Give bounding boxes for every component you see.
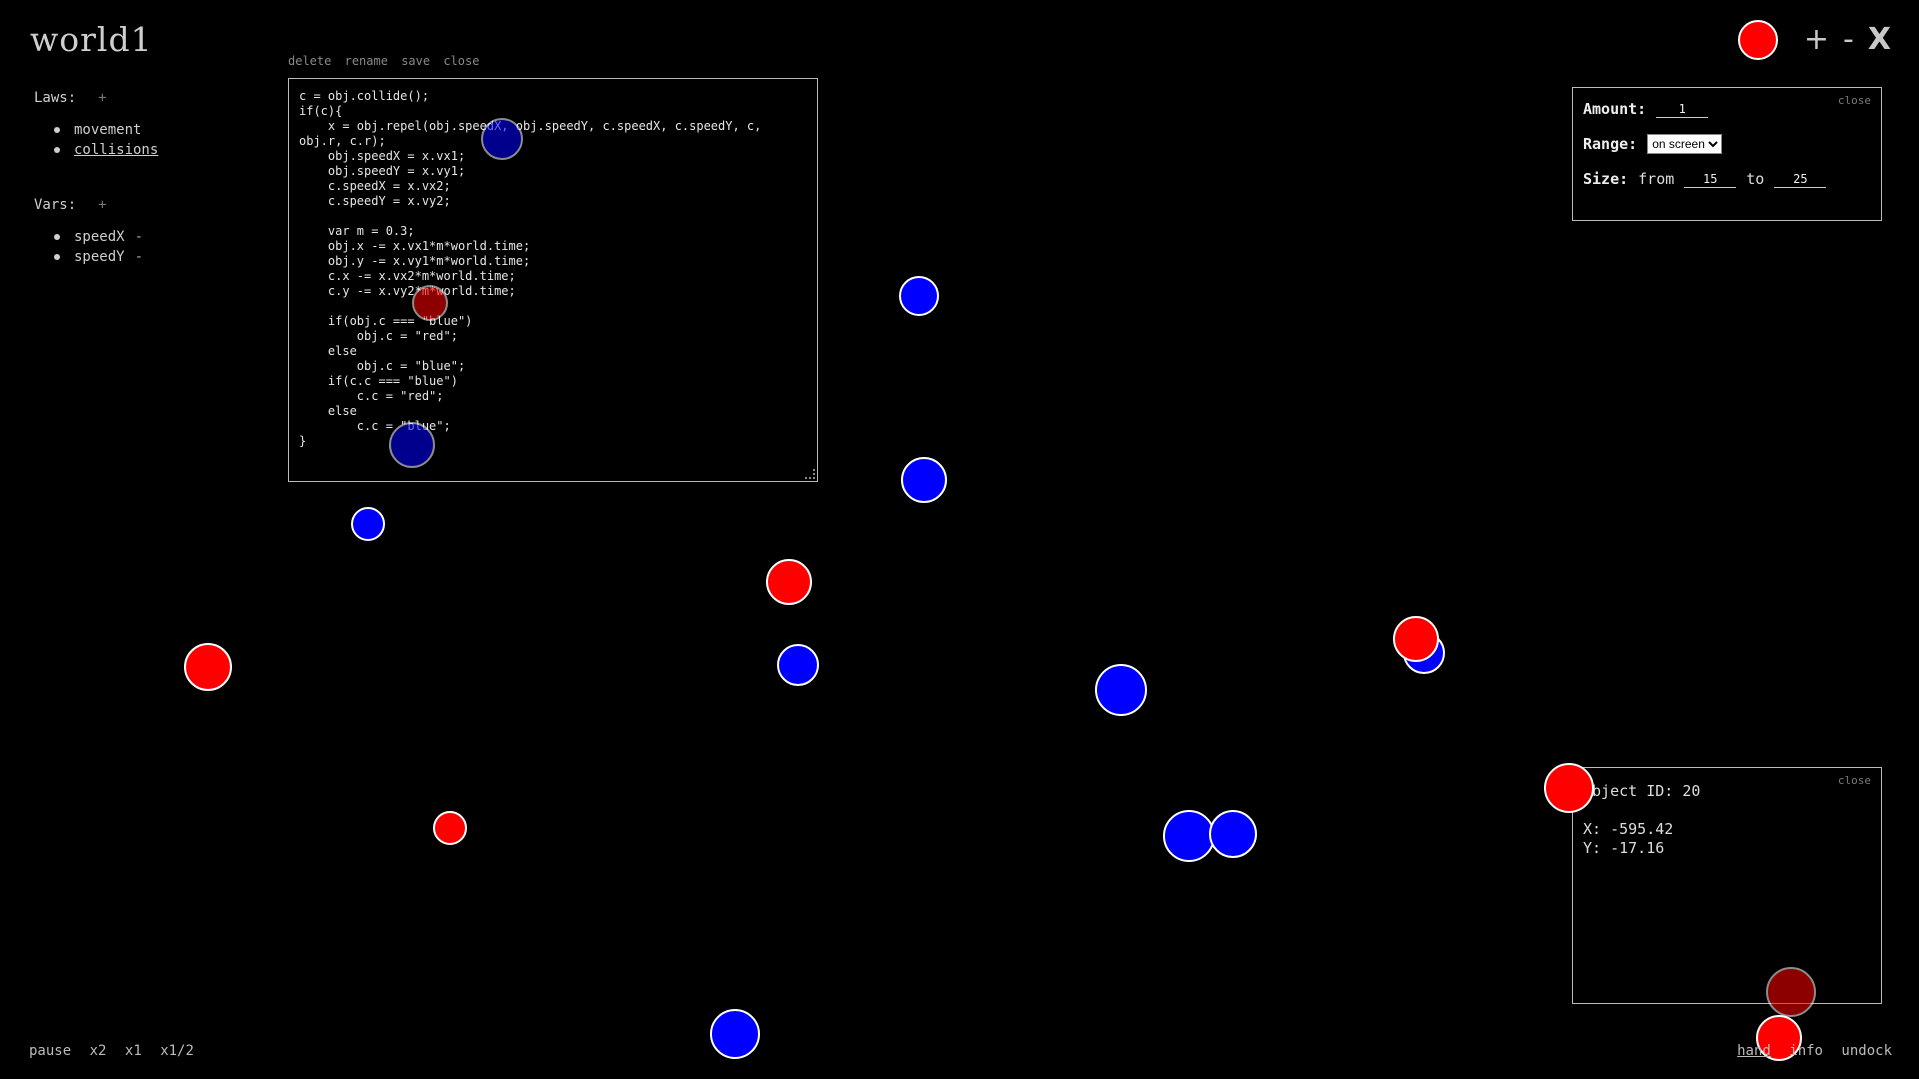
var-item-speedx[interactable]: speedX - [68,229,143,245]
add-var-button[interactable]: + [98,197,106,213]
delete-law-button[interactable]: delete [288,54,331,68]
object-id-text: Object ID: 20 [1583,782,1701,800]
editor-actions: delete rename save close [288,54,485,68]
ball-object[interactable] [1393,616,1439,662]
speed-half-button[interactable]: x1/2 [160,1043,194,1059]
remove-var-button[interactable]: - [135,229,143,245]
code-text[interactable]: c = obj.collide(); if(c){ x = obj.repel(… [289,79,817,459]
object-y-text: Y: -17.16 [1583,839,1665,857]
ball-object[interactable] [710,1009,760,1059]
ball-object[interactable] [899,276,939,316]
ball-object[interactable] [351,507,385,541]
ball-object[interactable] [766,559,812,605]
size-label: Size: [1583,170,1629,188]
var-item-label: speedX [74,229,125,245]
bottom-tools: hand info undock [1727,1043,1892,1059]
top-toolbar: + - X [1737,20,1891,60]
ball-object[interactable] [433,811,467,845]
close-spawn-panel-button[interactable]: close [1838,94,1871,107]
resize-handle-icon[interactable] [805,469,815,479]
spawn-settings-panel: close Amount: Range: on screen Size: fro… [1572,87,1882,221]
amount-label: Amount: [1583,100,1647,118]
rename-law-button[interactable]: rename [345,54,388,68]
size-to-input[interactable] [1774,170,1827,188]
size-to-label: to [1746,170,1765,188]
vars-label: Vars: [34,197,77,213]
add-law-button[interactable]: + [98,90,106,106]
vars-section: Vars: + speedX - speedY - [34,197,143,269]
size-from-input[interactable] [1684,170,1737,188]
size-from-label: from [1638,170,1675,188]
playback-controls: pause x2 x1 x1/2 [29,1043,204,1059]
range-select[interactable]: on screen [1647,134,1723,154]
object-x-text: X: -595.42 [1583,820,1674,838]
ball-object[interactable] [389,422,435,468]
ball-object[interactable] [184,643,232,691]
var-item-speedy[interactable]: speedY - [68,249,143,265]
ball-object[interactable] [1095,664,1147,716]
color-picker-swatch[interactable] [1737,20,1778,60]
ball-object[interactable] [1163,810,1215,862]
laws-label: Laws: [34,90,77,106]
speed-x2-button[interactable]: x2 [90,1043,107,1059]
laws-section: Laws: + movement collisions [34,90,158,162]
law-item-label: collisions [74,142,159,158]
remove-object-button[interactable]: - [1843,25,1854,55]
code-editor[interactable]: c = obj.collide(); if(c){ x = obj.repel(… [288,78,818,482]
save-law-button[interactable]: save [401,54,430,68]
ball-object[interactable] [481,118,523,160]
var-item-label: speedY [74,249,125,265]
law-item-label: movement [74,122,142,138]
remove-var-button[interactable]: - [135,249,143,265]
hand-tool-button[interactable]: hand [1737,1043,1771,1059]
law-item-movement[interactable]: movement [68,122,158,138]
add-object-button[interactable]: + [1804,25,1829,55]
ball-object[interactable] [1544,763,1594,813]
info-tool-button[interactable]: info [1789,1043,1823,1059]
ball-object[interactable] [1209,810,1257,858]
ball-object[interactable] [901,457,947,503]
world-title: world1 [30,20,153,59]
speed-x1-button[interactable]: x1 [125,1043,142,1059]
close-editor-button[interactable]: close [443,54,479,68]
close-info-panel-button[interactable]: close [1838,774,1871,787]
ball-object[interactable] [412,285,448,321]
pause-button[interactable]: pause [29,1043,71,1059]
law-item-collisions[interactable]: collisions [68,142,158,158]
amount-input[interactable] [1656,100,1709,118]
ball-object[interactable] [777,644,819,686]
range-label: Range: [1583,135,1638,153]
close-world-button[interactable]: X [1868,25,1891,55]
undock-button[interactable]: undock [1841,1043,1892,1059]
object-info-panel: close Object ID: 20 X: -595.42 Y: -17.16 [1572,767,1882,1004]
ball-object[interactable] [1766,967,1816,1017]
